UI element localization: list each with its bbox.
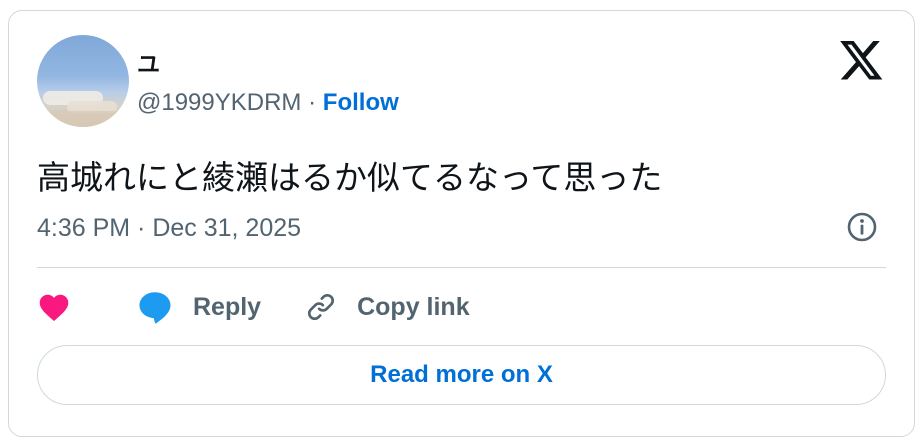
heart-icon — [39, 294, 69, 322]
follow-button[interactable]: Follow — [323, 89, 399, 116]
author-display-name[interactable]: ユ — [137, 45, 160, 79]
read-more-button[interactable]: Read more on X — [37, 345, 886, 405]
tweet-text: 高城れにと綾瀬はるか似てるなって思った — [37, 159, 663, 196]
action-bar: Reply Copy link — [37, 287, 470, 327]
author-handle-row: @1999YKDRM · Follow — [137, 89, 399, 117]
reply-button[interactable]: Reply — [137, 290, 261, 324]
info-icon[interactable] — [846, 211, 878, 243]
x-logo-icon[interactable] — [840, 41, 884, 81]
avatar[interactable] — [37, 35, 129, 127]
tweet-timestamp[interactable]: 4:36 PM · Dec 31, 2025 — [37, 214, 301, 243]
copy-link-button[interactable]: Copy link — [305, 291, 470, 323]
tweet-embed-card: ユ @1999YKDRM · Follow 高城れにと綾瀬はるか似てるなって思っ… — [8, 10, 915, 437]
copy-link-label: Copy link — [357, 292, 470, 321]
reply-bubble-icon — [139, 292, 171, 324]
divider — [37, 267, 886, 268]
avatar-horizon — [37, 111, 129, 127]
like-button[interactable] — [37, 292, 87, 322]
reply-label: Reply — [193, 292, 262, 321]
author-handle[interactable]: @1999YKDRM — [137, 89, 301, 116]
handle-separator: · — [308, 89, 323, 116]
link-icon — [308, 293, 335, 321]
